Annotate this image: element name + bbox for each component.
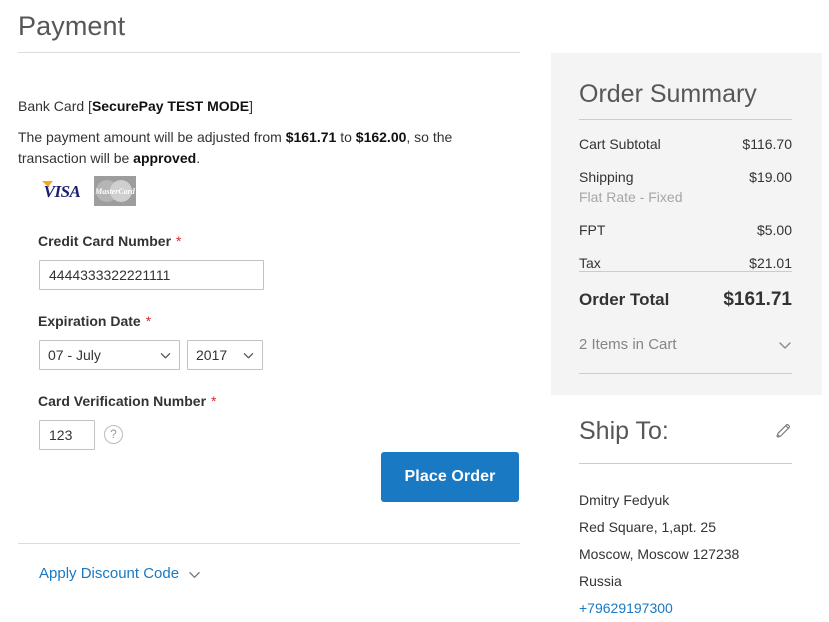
title-divider: [18, 52, 520, 53]
summary-row-tax: Tax $21.01: [579, 254, 792, 272]
summary-label-cart-subtotal: Cart Subtotal: [579, 136, 661, 152]
pencil-icon[interactable]: [774, 422, 792, 440]
expiration-year-select[interactable]: 2017: [187, 340, 263, 370]
note-amount-from: $161.71: [285, 129, 337, 145]
summary-value-order-total: $161.71: [723, 289, 792, 310]
expiration-month-select[interactable]: 07 - July: [39, 340, 180, 370]
place-order-button[interactable]: Place Order: [381, 452, 519, 502]
expiration-date-label: Expiration Date *: [38, 312, 151, 330]
apply-discount-code-label: Apply Discount Code: [39, 565, 180, 582]
payment-column: Payment Bank Card [SecurePay TEST MODE] …: [0, 0, 540, 622]
cvv-label: Card Verification Number *: [38, 392, 217, 410]
summary-label-tax: Tax: [579, 255, 601, 271]
accepted-cards: VISA MasterCard: [40, 176, 136, 206]
note-amount-to: $162.00: [355, 129, 407, 145]
summary-value-cart-subtotal: $116.70: [742, 136, 792, 152]
expiration-year-value: 2017: [196, 347, 228, 363]
cvv-required-mark: *: [211, 393, 217, 409]
summary-value-tax: $21.01: [749, 255, 792, 271]
page-title: Payment: [18, 11, 126, 41]
summary-divider-bottom: [579, 373, 792, 374]
visa-card-logo: VISA: [40, 178, 84, 204]
summary-divider-top: [579, 119, 792, 120]
payment-method-title: Bank Card [SecurePay TEST MODE]: [18, 97, 253, 116]
chevron-down-icon: [778, 338, 792, 352]
note-status: approved: [133, 150, 197, 166]
ship-to-divider: [579, 463, 792, 464]
chevron-down-icon: [160, 350, 171, 361]
note-part4: .: [196, 150, 201, 166]
expiration-month-value: 07 - July: [48, 347, 101, 363]
expiration-date-label-text: Expiration Date: [38, 313, 141, 329]
summary-row-fpt: FPT $5.00: [579, 221, 792, 239]
expiration-date-required-mark: *: [145, 313, 152, 329]
ship-to-city-state-zip: Moscow, Moscow 127238: [579, 546, 740, 562]
summary-row-cart-subtotal: Cart Subtotal $116.70: [579, 135, 792, 153]
ship-to-header: Ship To:: [579, 415, 792, 447]
summary-value-shipping: $19.00: [749, 169, 792, 185]
discount-divider: [18, 543, 520, 544]
order-summary-title: Order Summary: [579, 80, 757, 108]
card-number-input[interactable]: [39, 260, 264, 290]
summary-divider-total: [579, 271, 792, 272]
summary-value-fpt: $5.00: [756, 222, 792, 238]
items-in-cart-label: 2 Items in Cart: [579, 336, 677, 353]
summary-label-fpt: FPT: [579, 222, 606, 238]
card-number-required-mark: *: [176, 233, 182, 249]
summary-label-shipping: Shipping: [579, 169, 634, 185]
card-number-label: Credit Card Number *: [38, 232, 181, 250]
payment-method-prefix: Bank Card [: [18, 98, 92, 114]
card-number-label-text: Credit Card Number: [38, 233, 172, 249]
mastercard-card-logo: MasterCard: [94, 176, 136, 206]
cvv-label-text: Card Verification Number: [38, 393, 207, 409]
chevron-down-icon: [188, 568, 201, 581]
ship-to-street: Red Square, 1,apt. 25: [579, 519, 716, 535]
ship-to-title: Ship To:: [579, 417, 669, 445]
items-in-cart-toggle[interactable]: 2 Items in Cart: [579, 335, 792, 355]
checkout-payment-page: Payment Bank Card [SecurePay TEST MODE] …: [0, 0, 829, 622]
apply-discount-code-toggle[interactable]: Apply Discount Code: [39, 564, 201, 584]
summary-row-shipping: Shipping $19.00: [579, 168, 792, 186]
summary-shipping-method: Flat Rate - Fixed: [579, 189, 683, 205]
note-part1: The payment amount will be adjusted from: [18, 129, 286, 145]
help-circle-icon[interactable]: ?: [104, 425, 123, 444]
ship-to-country: Russia: [579, 573, 622, 589]
chevron-down-icon: [243, 350, 254, 361]
cvv-input[interactable]: [39, 420, 95, 450]
order-summary-panel: Order Summary Cart Subtotal $116.70 Ship…: [551, 53, 822, 395]
ship-to-name: Dmitry Fedyuk: [579, 492, 670, 508]
ship-to-phone-link[interactable]: +79629197300: [579, 595, 814, 622]
payment-method-suffix: ]: [249, 98, 253, 114]
summary-label-order-total: Order Total: [579, 290, 670, 309]
note-part2: to: [336, 129, 356, 145]
ship-to-address: Dmitry Fedyuk Red Square, 1,apt. 25 Mosc…: [579, 487, 814, 622]
payment-adjust-note: The payment amount will be adjusted from…: [18, 127, 488, 169]
payment-method-mode: SecurePay TEST MODE: [91, 98, 250, 114]
summary-row-order-total: Order Total $161.71: [579, 289, 792, 311]
mastercard-logo-label: MasterCard: [95, 187, 135, 196]
